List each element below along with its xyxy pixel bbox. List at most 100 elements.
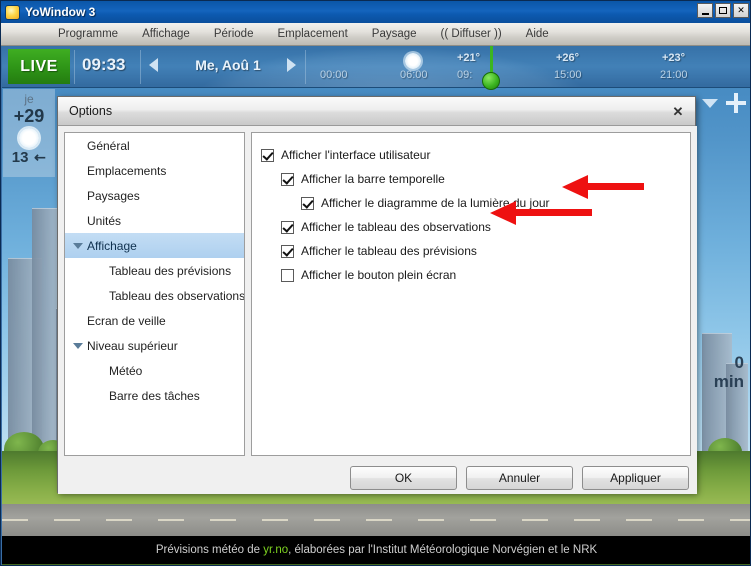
caret-down-icon[interactable] (73, 242, 83, 249)
timeline-now-time: 09: (457, 69, 473, 81)
checkbox-row-diagramme-lumiere-du-jour[interactable]: Afficher le diagramme de la lumière du j… (252, 191, 690, 215)
divider (74, 50, 75, 84)
checkbox-bouton-plein-ecran[interactable] (281, 268, 294, 282)
checkbox-interface-utilisateur[interactable] (261, 148, 274, 162)
widget-day-label: je (24, 92, 34, 106)
close-button[interactable]: ✕ (733, 3, 749, 18)
timeline-tick-time: 06:00 (400, 69, 428, 81)
window-title: YoWindow 3 (25, 5, 96, 19)
checkbox-label: Afficher le tableau des observations (301, 220, 491, 234)
menu-item-emplacement[interactable]: Emplacement (265, 25, 359, 43)
chevron-left-icon[interactable] (149, 58, 158, 72)
minutes-unit: min (713, 372, 744, 391)
widget-value-row: 13 ↖ (3, 147, 55, 167)
checkbox-row-tableau-previsions[interactable]: Afficher le tableau des prévisions (252, 239, 690, 263)
chevron-down-icon[interactable] (702, 98, 718, 108)
checkbox-barre-temporelle[interactable] (281, 172, 294, 186)
menu-item-aide[interactable]: Aide (514, 25, 561, 43)
timeline-tick-time: 00:00 (320, 69, 348, 81)
credit-prefix: Prévisions météo de (155, 544, 264, 556)
minimize-button[interactable] (697, 3, 713, 18)
timeline-tick-temp: +23° (662, 52, 686, 64)
sidebar-item-label: Ecran de veille (87, 313, 166, 328)
sidebar-item-label: Tableau des prévisions (109, 263, 232, 278)
checkbox-label: Afficher l'interface utilisateur (281, 148, 431, 162)
checkbox-label: Afficher le tableau des prévisions (301, 244, 477, 258)
right-controls (690, 89, 748, 117)
menu-item-diffuser[interactable]: (( Diffuser )) (429, 25, 514, 43)
application-window: YoWindow 3 ✕ Programme Affichage Période… (0, 0, 751, 566)
checkbox-row-interface-utilisateur[interactable]: Afficher l'interface utilisateur (252, 143, 690, 167)
sun-icon (19, 128, 39, 148)
sidebar-item-paysages[interactable]: Paysages (65, 183, 244, 208)
menu-item-periode[interactable]: Période (202, 25, 266, 43)
sidebar-item-label: Barre des tâches (109, 388, 200, 403)
ok-button[interactable]: OK (350, 466, 457, 490)
widget-value: 13 (11, 149, 29, 166)
now-marker-handle[interactable] (482, 72, 500, 90)
credit-suffix: , élaborées par l'Institut Météorologiqu… (288, 544, 598, 556)
dialog-button-row: OK Annuler Appliquer (58, 462, 697, 494)
plus-icon[interactable] (724, 91, 748, 115)
sidebar-item-ecran-de-veille[interactable]: Ecran de veille (65, 308, 244, 333)
widget-temperature: +29 (13, 106, 45, 126)
sidebar-item-label: Emplacements (87, 163, 167, 178)
dialog-title-bar: Options ✕ (58, 97, 695, 126)
divider (140, 50, 141, 84)
checkbox-label: Afficher le diagramme de la lumière du j… (321, 196, 550, 210)
sidebar-item-emplacements[interactable]: Emplacements (65, 158, 244, 183)
maximize-button[interactable] (715, 3, 731, 18)
sidebar-item-label: Affichage (87, 238, 137, 253)
menu-item-affichage[interactable]: Affichage (130, 25, 202, 43)
sidebar-item-label: Niveau supérieur (87, 338, 178, 353)
options-dialog: Options ✕ Général Emplacements Paysages … (57, 96, 697, 494)
sidebar-item-label: Général (87, 138, 130, 153)
checkbox-row-barre-temporelle[interactable]: Afficher la barre temporelle (252, 167, 690, 191)
checkbox-row-tableau-observations[interactable]: Afficher le tableau des observations (252, 215, 690, 239)
timeline-tick-time: 21:00 (660, 69, 688, 81)
sidebar-item-barre-des-taches[interactable]: Barre des tâches (65, 383, 244, 408)
checkbox-tableau-previsions[interactable] (281, 244, 294, 258)
checkbox-tableau-observations[interactable] (281, 220, 294, 234)
credit-link[interactable]: yr.no (263, 544, 288, 556)
dialog-options-panel: Afficher l'interface utilisateur Affiche… (251, 132, 691, 456)
dialog-sidebar: Général Emplacements Paysages Unités Aff… (64, 132, 245, 456)
sidebar-item-general[interactable]: Général (65, 133, 244, 158)
timeline-bar[interactable]: LIVE 09:33 Me, Aoû 1 00:00 06:00 09: +21… (2, 46, 750, 88)
close-icon[interactable]: ✕ (670, 103, 686, 119)
checkbox-diagramme-lumiere-du-jour[interactable] (301, 196, 314, 210)
sidebar-item-label: Tableau des observations (109, 288, 245, 303)
date-label: Me, Aoû 1 (195, 57, 261, 73)
checkbox-row-bouton-plein-ecran[interactable]: Afficher le bouton plein écran (252, 263, 690, 287)
live-badge[interactable]: LIVE (8, 49, 70, 84)
clock-time: 09:33 (82, 55, 126, 74)
dialog-body: Général Emplacements Paysages Unités Aff… (58, 126, 697, 494)
sidebar-item-label: Unités (87, 213, 122, 228)
dialog-title: Options (69, 104, 113, 118)
menu-item-programme[interactable]: Programme (46, 25, 130, 43)
timeline-tick-temp: +26° (556, 52, 580, 64)
caret-down-icon[interactable] (73, 342, 83, 349)
chevron-right-icon[interactable] (287, 58, 296, 72)
sidebar-item-meteo[interactable]: Météo (65, 358, 244, 383)
sidebar-item-tableau-previsions[interactable]: Tableau des prévisions (65, 258, 244, 283)
sun-icon (5, 4, 20, 20)
sidebar-item-tableau-observations[interactable]: Tableau des observations (65, 283, 244, 308)
sidebar-item-affichage[interactable]: Affichage (65, 233, 244, 258)
wind-arrow-icon: ↖ (30, 147, 50, 167)
menu-item-paysage[interactable]: Paysage (360, 25, 429, 43)
sidebar-item-label: Paysages (87, 188, 140, 203)
menu-bar: Programme Affichage Période Emplacement … (1, 23, 750, 46)
sidebar-item-niveau-superieur[interactable]: Niveau supérieur (65, 333, 244, 358)
cancel-button[interactable]: Annuler (466, 466, 573, 490)
window-controls: ✕ (697, 3, 749, 18)
skyline-building (32, 208, 58, 458)
checkbox-label: Afficher la barre temporelle (301, 172, 445, 186)
credit-text: Prévisions météo de yr.no, élaborées par… (156, 544, 597, 556)
timeline-tick-time: 15:00 (554, 69, 582, 81)
right-minutes-readout: 0 min (714, 353, 744, 391)
sidebar-item-label: Météo (109, 363, 143, 378)
sidebar-item-unites[interactable]: Unités (65, 208, 244, 233)
divider (305, 50, 306, 84)
apply-button[interactable]: Appliquer (582, 466, 689, 490)
